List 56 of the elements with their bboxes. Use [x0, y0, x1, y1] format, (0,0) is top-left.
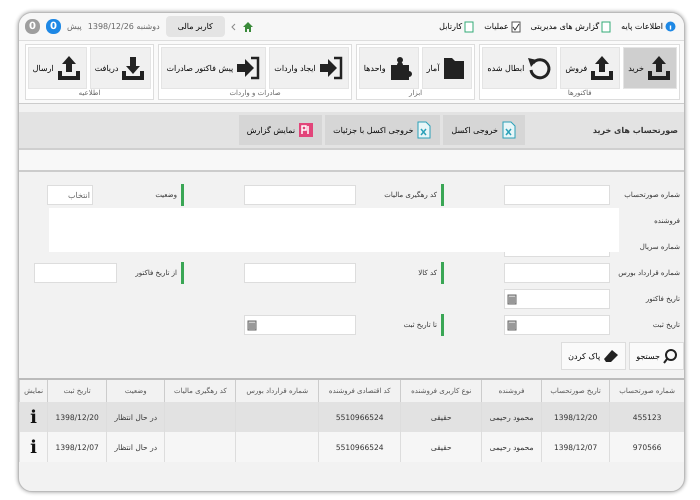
separator-icon — [230, 22, 236, 30]
user-text: پیش — [66, 22, 82, 31]
ribbon-button[interactable]: ابطال شده — [482, 47, 558, 89]
ribbon-button[interactable]: ایجاد واردات — [269, 47, 349, 89]
ribbon-icon — [526, 55, 552, 81]
ribbon-icon — [56, 55, 82, 81]
menu-item[interactable]: عملیات — [482, 18, 523, 34]
eraser-icon — [603, 349, 620, 363]
count-badge: 0 — [25, 19, 40, 34]
file-icon — [501, 121, 517, 139]
menu-item-icon — [464, 20, 474, 32]
ribbon-button[interactable]: فروش — [560, 47, 620, 89]
menu-item[interactable]: کارتابل — [437, 18, 476, 34]
ribbon-button[interactable]: خرید — [623, 47, 677, 89]
export-tab[interactable]: نمایش گزارش — [238, 115, 322, 145]
clear-button[interactable]: پاک کردن — [561, 342, 626, 370]
date-field[interactable] — [504, 289, 610, 309]
calendar-icon[interactable] — [507, 319, 517, 331]
info-button[interactable]: i — [30, 436, 37, 458]
export-tab[interactable]: خروجی اکسل با جزئیات — [325, 115, 440, 145]
ribbon-button[interactable]: ارسال — [28, 47, 87, 89]
input-field[interactable] — [34, 263, 117, 283]
ribbon-button[interactable]: آمار — [422, 47, 472, 89]
search-icon — [663, 348, 677, 364]
select-field[interactable]: انتخاب — [47, 185, 93, 205]
ribbon-button[interactable]: دریافت — [90, 47, 152, 89]
input-field[interactable] — [244, 185, 356, 205]
ribbon-button[interactable]: واحدها — [358, 47, 419, 89]
date-field[interactable] — [244, 315, 356, 335]
ribbon-icon — [318, 55, 344, 81]
home-icon[interactable] — [242, 20, 254, 32]
count-badge: 0 — [46, 19, 61, 34]
ribbon-icon — [235, 55, 262, 81]
open-tab[interactable]: کاربر مالی — [166, 16, 225, 37]
info-button[interactable]: i — [30, 406, 37, 428]
date-text: دوشنبه 1398/12/26 — [88, 22, 160, 31]
menu-item[interactable]: اطلاعات پایه — [619, 19, 678, 34]
ribbon-icon — [646, 55, 672, 81]
file-icon — [298, 122, 314, 138]
ribbon-button[interactable]: پیش فاکتور صادرات — [161, 47, 266, 89]
calendar-icon[interactable] — [507, 293, 517, 305]
menu-item-icon — [601, 20, 612, 32]
input-field[interactable] — [504, 263, 610, 283]
export-tab[interactable]: خروجی اکسل — [443, 115, 525, 145]
date-field[interactable] — [504, 315, 610, 335]
input-field[interactable] — [244, 263, 356, 283]
input-field[interactable] — [504, 185, 610, 205]
search-button[interactable]: جستجو — [629, 342, 684, 370]
ribbon-icon — [120, 55, 146, 81]
calendar-icon[interactable] — [247, 319, 257, 331]
file-icon — [416, 121, 432, 139]
menu-item-icon — [510, 20, 521, 32]
menu-item-icon — [665, 21, 676, 32]
page-title: صورتحساب های خرید — [592, 126, 678, 134]
menu-item[interactable]: گزارش های مدیریتی — [528, 18, 614, 34]
ribbon-icon — [589, 55, 616, 81]
